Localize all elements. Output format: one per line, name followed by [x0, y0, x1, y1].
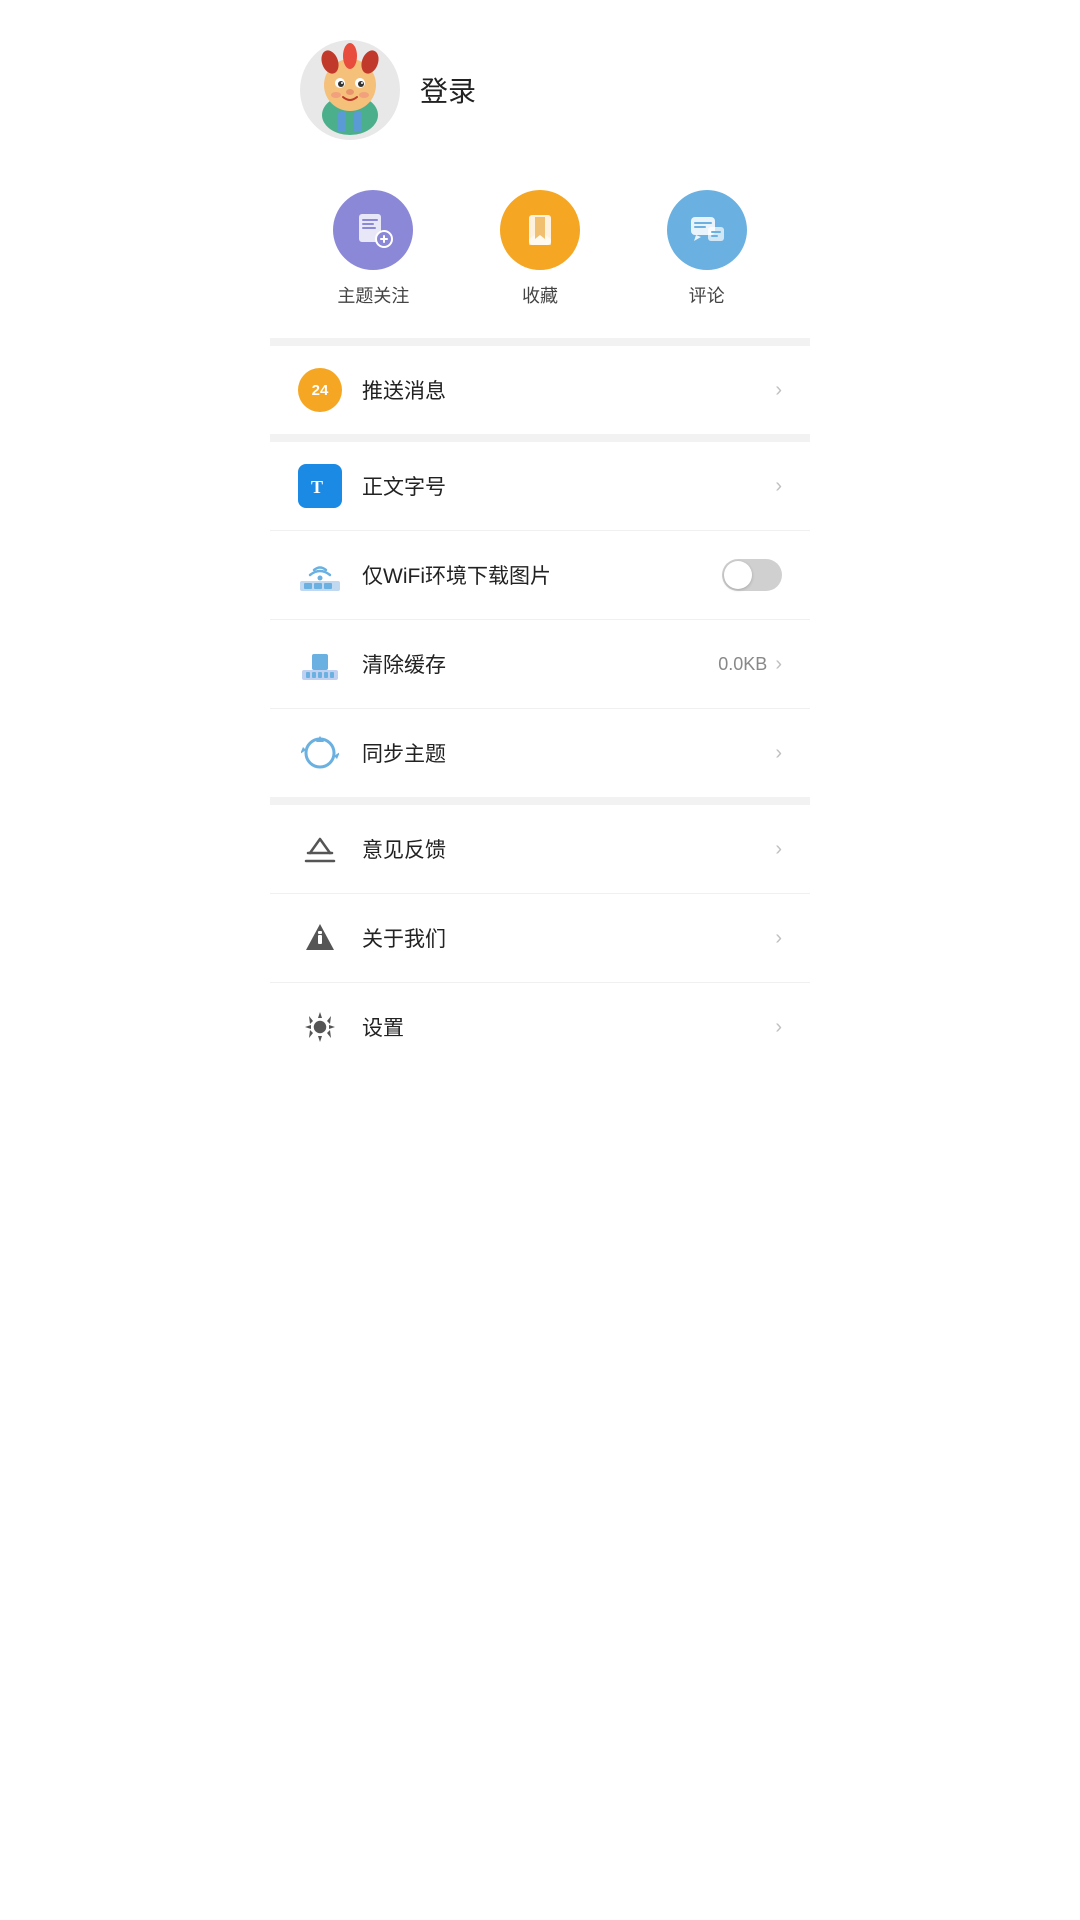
push-message-chevron: ›	[775, 379, 782, 402]
about-us-right: ›	[775, 927, 782, 950]
comment-icon	[667, 190, 747, 270]
about-us-icon	[298, 916, 342, 960]
feedback-icon	[298, 827, 342, 871]
section-divider-1	[270, 338, 810, 346]
feedback-right: ›	[775, 838, 782, 861]
avatar[interactable]	[300, 40, 400, 140]
font-size-icon: T	[298, 464, 342, 508]
profile-section[interactable]: 登录	[270, 0, 810, 170]
wifi-only-toggle[interactable]	[722, 559, 782, 591]
wifi-icon	[298, 553, 342, 597]
settings-chevron: ›	[775, 1016, 782, 1039]
menu-group-2: T 正文字号 › 仅WiFi环境下载图片	[270, 442, 810, 797]
menu-item-wifi-only[interactable]: 仅WiFi环境下载图片	[270, 531, 810, 620]
section-divider-3	[270, 797, 810, 805]
action-topic-follow[interactable]: 主题关注	[333, 190, 413, 308]
sync-theme-icon	[298, 731, 342, 775]
clear-cache-right: 0.0KB ›	[718, 653, 782, 676]
push-message-right: ›	[775, 379, 782, 402]
login-button[interactable]: 登录	[420, 70, 476, 110]
menu-group-1: 24 推送消息 ›	[270, 346, 810, 434]
about-us-label: 关于我们	[362, 923, 755, 953]
sync-theme-label: 同步主题	[362, 738, 755, 768]
menu-item-feedback[interactable]: 意见反馈 ›	[270, 805, 810, 894]
clear-cache-value: 0.0KB	[718, 654, 767, 675]
svg-text:T: T	[311, 477, 323, 497]
menu-item-clear-cache[interactable]: 清除缓存 0.0KB ›	[270, 620, 810, 709]
font-size-chevron: ›	[775, 475, 782, 498]
topic-follow-icon	[333, 190, 413, 270]
action-collect-label: 收藏	[522, 282, 558, 308]
menu-item-sync-theme[interactable]: 同步主题 ›	[270, 709, 810, 797]
settings-label: 设置	[362, 1012, 755, 1042]
font-size-right: ›	[775, 475, 782, 498]
quick-actions: 主题关注 收藏 评论	[270, 170, 810, 338]
collect-icon	[500, 190, 580, 270]
action-topic-follow-label: 主题关注	[337, 282, 409, 308]
feedback-chevron: ›	[775, 838, 782, 861]
push-message-label: 推送消息	[362, 375, 755, 405]
menu-item-font-size[interactable]: T 正文字号 ›	[270, 442, 810, 531]
clear-cache-label: 清除缓存	[362, 649, 698, 679]
push-message-icon: 24	[298, 368, 342, 412]
feedback-label: 意见反馈	[362, 834, 755, 864]
settings-icon	[298, 1005, 342, 1049]
menu-item-push-message[interactable]: 24 推送消息 ›	[270, 346, 810, 434]
menu-item-settings[interactable]: 设置 ›	[270, 983, 810, 1071]
sync-theme-chevron: ›	[775, 742, 782, 765]
font-size-label: 正文字号	[362, 471, 755, 501]
sync-theme-right: ›	[775, 742, 782, 765]
action-comment-label: 评论	[689, 282, 725, 308]
settings-right: ›	[775, 1016, 782, 1039]
action-collect[interactable]: 收藏	[500, 190, 580, 308]
action-comment[interactable]: 评论	[667, 190, 747, 308]
clear-cache-chevron: ›	[775, 653, 782, 676]
menu-item-about-us[interactable]: 关于我们 ›	[270, 894, 810, 983]
wifi-only-label: 仅WiFi环境下载图片	[362, 560, 702, 590]
section-divider-2	[270, 434, 810, 442]
clear-cache-icon	[298, 642, 342, 686]
menu-group-3: 意见反馈 › 关于我们 ›	[270, 805, 810, 1071]
wifi-only-toggle-wrap[interactable]	[722, 559, 782, 591]
about-us-chevron: ›	[775, 927, 782, 950]
toggle-knob	[724, 561, 752, 589]
